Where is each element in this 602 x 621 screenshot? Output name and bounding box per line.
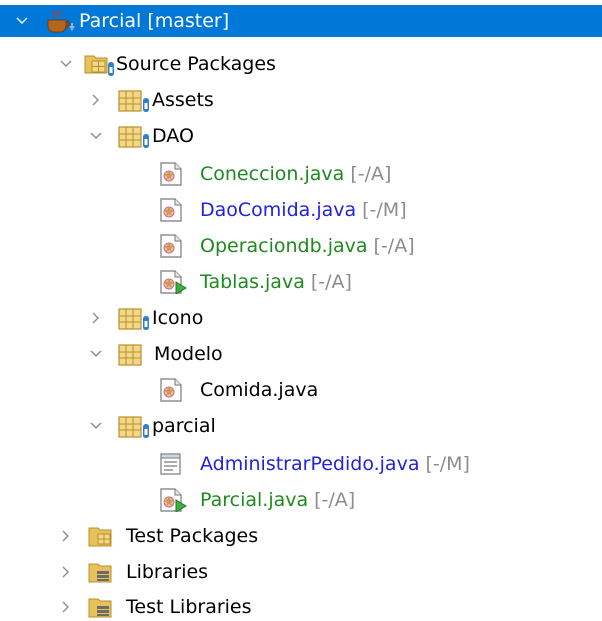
tree-node-libraries[interactable]: Libraries	[0, 554, 602, 590]
java-form-icon	[160, 452, 182, 476]
chevron-down-icon[interactable]	[58, 56, 74, 72]
chevron-right-icon[interactable]	[88, 310, 104, 326]
tree-node-package-icono[interactable]: Icono	[0, 300, 602, 336]
project-label: Parcial [master]	[79, 9, 230, 32]
file-label-tablas: Tablas.java	[200, 270, 305, 293]
package-label-assets: Assets	[152, 88, 214, 111]
package-icon	[118, 413, 152, 439]
tree-node-file-daocomida[interactable]: DaoComida.java [-/M]	[0, 192, 602, 228]
package-label-icono: Icono	[152, 306, 204, 329]
source-packages-label: Source Packages	[116, 52, 276, 75]
java-class-icon	[160, 234, 182, 258]
project-tree: Parcial [master] Source Packages Assets …	[0, 0, 602, 621]
package-icon	[118, 87, 152, 113]
vcs-status-operaciondb: [-/A]	[373, 234, 415, 257]
source-packages-folder-icon	[84, 51, 116, 77]
tree-node-package-parcial[interactable]: parcial	[0, 408, 602, 444]
tree-node-file-operaciondb[interactable]: Operaciondb.java [-/A]	[0, 228, 602, 264]
package-label-parcial: parcial	[152, 414, 216, 437]
package-icon	[118, 305, 152, 331]
vcs-status-coneccion: [-/A]	[350, 162, 392, 185]
package-label-dao: DAO	[152, 124, 194, 147]
chevron-down-icon[interactable]	[88, 418, 104, 434]
java-main-class-icon	[160, 488, 188, 512]
chevron-down-icon[interactable]	[14, 13, 30, 29]
package-icon	[118, 341, 142, 367]
test-libraries-label: Test Libraries	[126, 595, 252, 618]
file-label-coneccion: Coneccion.java	[200, 162, 345, 185]
tree-node-source-packages[interactable]: Source Packages	[0, 46, 602, 82]
tree-node-test-packages[interactable]: Test Packages	[0, 518, 602, 554]
java-class-icon	[160, 378, 182, 402]
chevron-right-icon[interactable]	[88, 92, 104, 108]
file-label-operaciondb: Operaciondb.java	[200, 234, 368, 257]
java-class-icon	[160, 162, 182, 186]
tree-node-package-assets[interactable]: Assets	[0, 82, 602, 118]
tree-node-file-administrarpedido[interactable]: AdministrarPedido.java [-/M]	[0, 446, 602, 482]
tree-node-file-tablas[interactable]: Tablas.java [-/A]	[0, 264, 602, 300]
tree-node-test-libraries[interactable]: Test Libraries	[0, 589, 602, 621]
chevron-down-icon[interactable]	[88, 128, 104, 144]
test-libraries-folder-icon	[88, 595, 116, 619]
chevron-right-icon[interactable]	[58, 528, 74, 544]
vcs-status-administrarpedido: [-/M]	[425, 452, 470, 475]
test-packages-label: Test Packages	[126, 524, 259, 547]
tree-node-file-coneccion[interactable]: Coneccion.java [-/A]	[0, 156, 602, 192]
file-label-administrarpedido: AdministrarPedido.java	[200, 452, 420, 475]
tree-node-file-comida[interactable]: Comida.java	[0, 372, 602, 408]
package-label-modelo: Modelo	[154, 342, 223, 365]
file-label-daocomida: DaoComida.java	[200, 198, 357, 221]
tree-node-project[interactable]: Parcial [master]	[0, 5, 602, 37]
vcs-status-parcial: [-/A]	[314, 488, 356, 511]
tree-node-package-dao[interactable]: DAO	[0, 118, 602, 154]
file-label-parcial: Parcial.java	[200, 488, 309, 511]
libraries-folder-icon	[88, 560, 116, 584]
libraries-label: Libraries	[126, 560, 209, 583]
vcs-status-tablas: [-/A]	[310, 270, 352, 293]
java-main-class-icon	[160, 270, 188, 294]
java-project-icon	[44, 8, 78, 34]
package-icon	[118, 123, 152, 149]
chevron-right-icon[interactable]	[58, 564, 74, 580]
vcs-status-daocomida: [-/M]	[362, 198, 407, 221]
tree-node-file-parcial[interactable]: Parcial.java [-/A]	[0, 482, 602, 518]
test-packages-folder-icon	[88, 524, 116, 548]
chevron-down-icon[interactable]	[88, 346, 104, 362]
chevron-right-icon[interactable]	[58, 599, 74, 615]
java-class-icon	[160, 198, 182, 222]
file-label-comida: Comida.java	[200, 378, 319, 401]
tree-node-package-modelo[interactable]: Modelo	[0, 336, 602, 372]
